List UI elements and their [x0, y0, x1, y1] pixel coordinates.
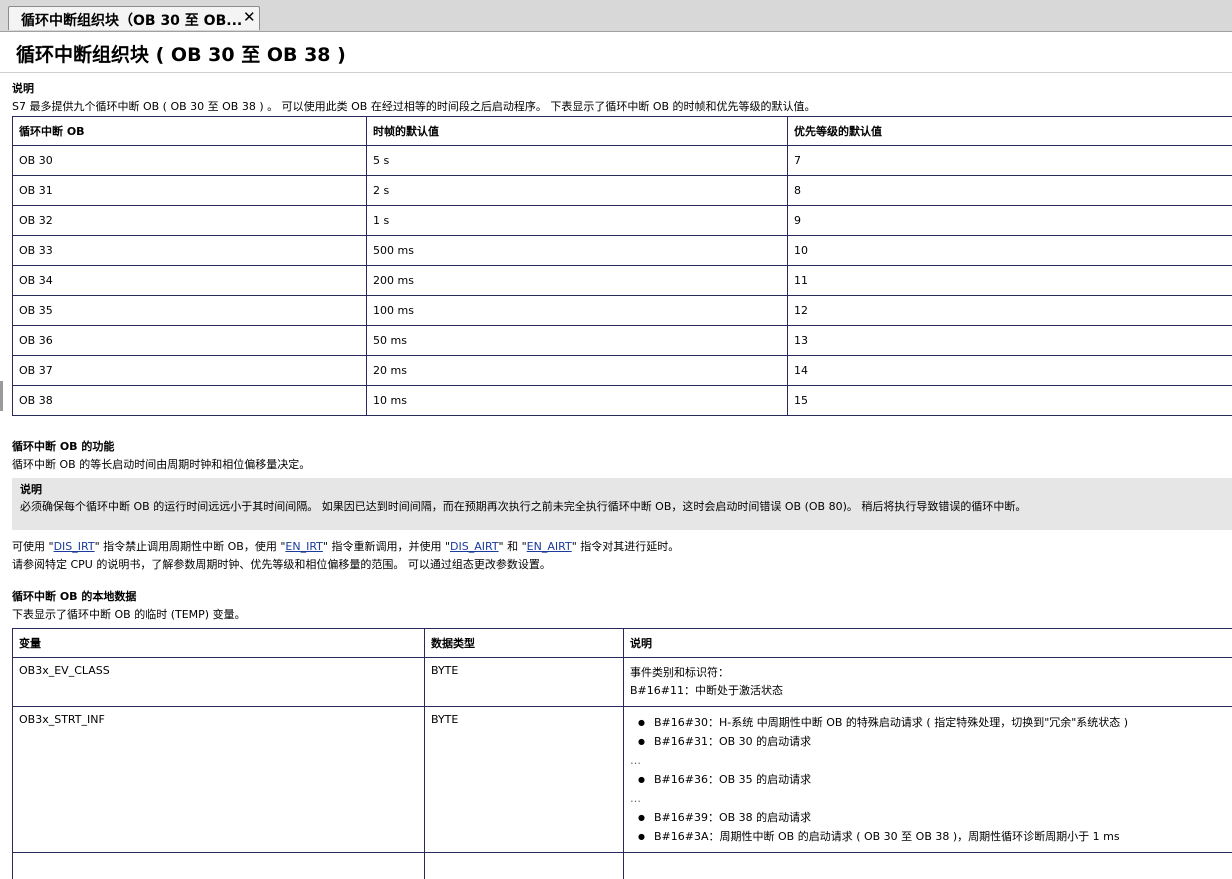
tab-strip: 循环中断组织块（OB 30 至 OB... ✕	[0, 0, 1232, 32]
table-row: OB3x_STRT_INF BYTE B#16#30：H-系统 中周期性中断 O…	[12, 706, 1232, 853]
table-cell: 500 ms	[366, 235, 788, 266]
table-cell: OB 32	[12, 205, 367, 236]
note-text: 必须确保每个循环中断 OB 的运行时间远远小于其时间间隔。 如果因已达到时间间隔…	[20, 500, 1027, 513]
table-row: OB 38 10 ms 15	[12, 385, 1232, 416]
table-cell: 12	[787, 295, 1232, 326]
start-info-list: B#16#30：H-系统 中周期性中断 OB 的特殊启动请求 ( 指定特殊处理，…	[630, 713, 1232, 846]
desc-line: B#16#11：中断处于激活状态	[630, 684, 783, 697]
table-cell: OB 30	[12, 145, 367, 176]
table-cell	[623, 852, 1232, 879]
table-cell: 14	[787, 355, 1232, 386]
column-header: 优先等级的默认值	[787, 116, 1232, 146]
table-cell: OB 36	[12, 325, 367, 356]
table-cell	[12, 852, 425, 879]
table-cell: 7	[787, 145, 1232, 176]
table-row: OB 34 200 ms 11	[12, 265, 1232, 296]
table-cell: 事件类别和标识符： B#16#11：中断处于激活状态	[623, 657, 1232, 707]
table-cell: 100 ms	[366, 295, 788, 326]
text-fragment: " 指令对其进行延时。	[571, 540, 680, 553]
defaults-table: 循环中断 OB 时帧的默认值 优先等级的默认值 OB 30 5 s7 OB 31 2…	[12, 116, 1232, 416]
table-row: OB 36 50 ms 13	[12, 325, 1232, 356]
column-header: 时帧的默认值	[366, 116, 788, 146]
table-cell: 10	[787, 235, 1232, 266]
tab-label: 循环中断组织块（OB 30 至 OB...	[21, 13, 243, 29]
table-cell: 5 s	[366, 145, 788, 176]
list-item: B#16#31：OB 30 的启动请求	[630, 732, 1232, 751]
table-cell: OB 34	[12, 265, 367, 296]
table-row: OB3x_EV_CLASS BYTE 事件类别和标识符： B#16#11：中断处…	[12, 657, 1232, 707]
table-row: OB 35 100 ms 12	[12, 295, 1232, 326]
ellipsis: …	[630, 754, 641, 767]
table-cell: 9	[787, 205, 1232, 236]
table-cell: OB 37	[12, 355, 367, 386]
section-heading-description: 说明	[12, 82, 34, 95]
instruction-line: 可使用 "DIS_IRT" 指令禁止调用周期性中断 OB，使用 "EN_IRT"…	[12, 538, 1232, 556]
dis-airt-link[interactable]: DIS_AIRT	[450, 540, 499, 553]
table-cell: 50 ms	[366, 325, 788, 356]
table-row	[12, 852, 1232, 879]
table-cell: 8	[787, 175, 1232, 206]
table-row: OB 32 1 s9	[12, 205, 1232, 236]
list-item: B#16#30：H-系统 中周期性中断 OB 的特殊启动请求 ( 指定特殊处理，…	[630, 713, 1232, 732]
en-irt-link[interactable]: EN_IRT	[285, 540, 323, 553]
table-header-row: 变量 数据类型 说明	[12, 628, 1232, 658]
table-row: OB 31 2 s8	[12, 175, 1232, 206]
local-data-text: 下表显示了循环中断 OB 的临时 (TEMP) 变量。	[12, 608, 246, 621]
text-fragment: " 和 "	[498, 540, 527, 553]
table-cell: B#16#30：H-系统 中周期性中断 OB 的特殊启动请求 ( 指定特殊处理，…	[623, 706, 1232, 853]
table-cell: OB 31	[12, 175, 367, 206]
table-cell: 200 ms	[366, 265, 788, 296]
desc-line: 事件类别和标识符：	[630, 666, 729, 679]
temp-variables-table: 变量 数据类型 说明 OB3x_EV_CLASS BYTE 事件类别和标识符： …	[12, 628, 1232, 879]
section-heading-local-data: 循环中断 OB 的本地数据	[12, 590, 137, 603]
table-cell: BYTE	[424, 706, 624, 853]
table-cell: 15	[787, 385, 1232, 416]
table-row: OB 33 500 ms 10	[12, 235, 1232, 266]
table-cell: 10 ms	[366, 385, 788, 416]
table-row: OB 30 5 s7	[12, 145, 1232, 176]
table-cell: BYTE	[424, 657, 624, 707]
list-item: B#16#39：OB 38 的启动请求	[630, 808, 1232, 827]
table-cell: 1 s	[366, 205, 788, 236]
table-cell: OB3x_STRT_INF	[12, 706, 425, 853]
table-cell: OB 35	[12, 295, 367, 326]
cpu-manual-text: 请参阅特定 CPU 的说明书，了解参数周期时钟、优先等级和相位偏移量的范围。 可…	[12, 558, 551, 571]
table-row: OB 37 20 ms 14	[12, 355, 1232, 386]
column-header: 循环中断 OB	[12, 116, 367, 146]
list-item: B#16#36：OB 35 的启动请求	[630, 770, 1232, 789]
dis-irt-link[interactable]: DIS_IRT	[54, 540, 95, 553]
section-heading-function: 循环中断 OB 的功能	[12, 440, 115, 453]
column-header: 数据类型	[424, 628, 624, 658]
text-fragment: 可使用 "	[12, 540, 54, 553]
function-text: 循环中断 OB 的等长启动时间由周期时钟和相位偏移量决定。	[12, 458, 311, 471]
help-page: 循环中断组织块 ( OB 30 至 OB 38 ) 说明 S7 最多提供九个循环…	[0, 32, 1232, 879]
list-item: B#16#3A：周期性中断 OB 的启动请求 ( OB 30 至 OB 38 )…	[630, 827, 1232, 846]
table-cell: OB3x_EV_CLASS	[12, 657, 425, 707]
close-icon[interactable]: ✕	[243, 8, 256, 26]
title-bar: 循环中断组织块 ( OB 30 至 OB 38 )	[0, 32, 1232, 73]
page-title: 循环中断组织块 ( OB 30 至 OB 38 )	[16, 44, 346, 66]
note-box: 说明 必须确保每个循环中断 OB 的运行时间远远小于其时间间隔。 如果因已达到时…	[12, 478, 1232, 530]
page-content: 说明 S7 最多提供九个循环中断 OB ( OB 30 至 OB 38 ) 。 …	[12, 80, 1232, 879]
table-cell: 2 s	[366, 175, 788, 206]
table-cell	[424, 852, 624, 879]
table-cell: 20 ms	[366, 355, 788, 386]
description-text: S7 最多提供九个循环中断 OB ( OB 30 至 OB 38 ) 。 可以使…	[12, 100, 816, 113]
column-header: 变量	[12, 628, 425, 658]
table-cell: 13	[787, 325, 1232, 356]
column-header: 说明	[623, 628, 1232, 658]
text-fragment: " 指令重新调用，并使用 "	[322, 540, 451, 553]
text-fragment: " 指令禁止调用周期性中断 OB，使用 "	[94, 540, 286, 553]
note-heading: 说明	[20, 483, 42, 496]
table-cell: 11	[787, 265, 1232, 296]
table-cell: OB 38	[12, 385, 367, 416]
ellipsis: …	[630, 792, 641, 805]
en-airt-link[interactable]: EN_AIRT	[527, 540, 572, 553]
table-header-row: 循环中断 OB 时帧的默认值 优先等级的默认值	[12, 116, 1232, 146]
table-cell: OB 33	[12, 235, 367, 266]
document-tab[interactable]: 循环中断组织块（OB 30 至 OB... ✕	[8, 6, 260, 30]
